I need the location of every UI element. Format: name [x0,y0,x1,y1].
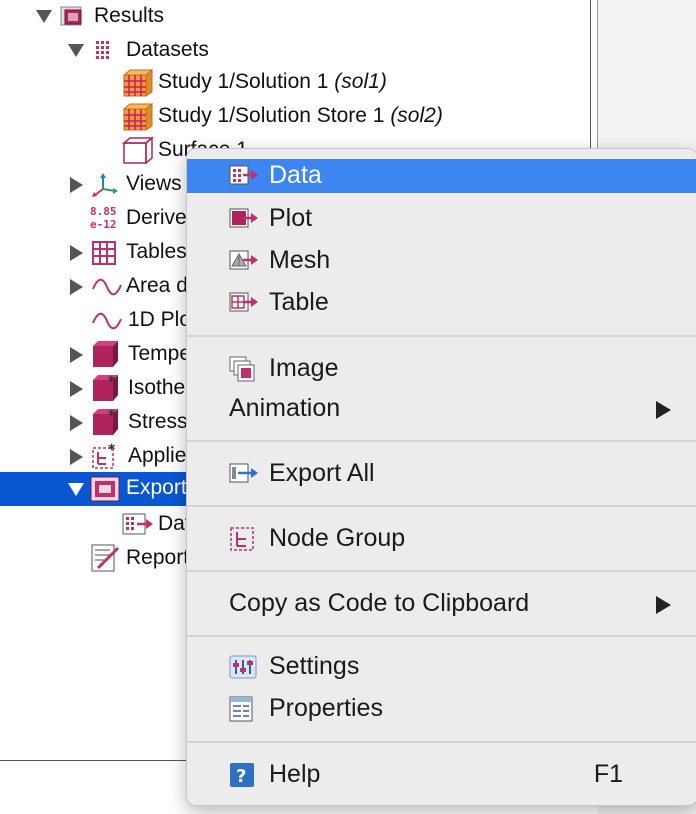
menu-item-label: Node Group [269,524,406,552]
expand-arrow-icon[interactable] [36,10,52,23]
help-icon: ? [229,762,259,788]
image-icon [229,356,259,382]
expand-arrow-icon[interactable] [70,449,83,465]
plot-wave-icon [92,275,122,299]
tree-label: Views [126,172,182,195]
menu-item-label: Mesh [269,246,331,274]
views-axes-icon [92,173,118,197]
menu-item-label: Table [269,288,329,316]
tree-label: Study 1/Solution 1 (sol1) [158,70,387,93]
export-icon [90,476,122,502]
tree-label: Datasets [126,38,209,61]
shortcut-label: F1 [593,760,623,788]
submenu-arrow-icon [656,401,671,419]
tree-label: Study 1/Solution Store 1 (sol2) [158,104,443,127]
svg-text:*: * [108,442,116,458]
svg-text:*: * [108,408,116,424]
menu-separator [187,741,696,743]
3d-plot-group-star-icon: * [92,408,122,436]
menu-item-table[interactable]: Table [187,282,696,324]
menu-item-copy-as-code[interactable]: Copy as Code to Clipboard [187,583,696,625]
menu-item-label: Animation [229,394,341,422]
expand-arrow-icon[interactable] [70,279,83,295]
solution-dataset-icon [122,102,154,131]
menu-item-properties[interactable]: Properties [187,688,696,730]
menu-item-label: Properties [269,694,383,722]
svg-text:*: * [108,374,116,390]
datasets-icon [93,39,117,63]
menu-item-label: Settings [269,652,360,680]
expand-arrow-icon[interactable] [70,245,83,261]
menu-separator [187,635,696,637]
menu-separator [187,505,696,507]
menu-item-label: Image [269,354,339,382]
node-group-star-icon: * [92,442,122,470]
menu-item-node-group[interactable]: Node Group [187,518,696,560]
tables-icon [92,241,116,265]
menu-separator [187,570,696,572]
tree-label: Isothe [128,376,186,399]
tree-label: Export [126,476,187,499]
tree-label: Tables [126,240,187,263]
results-icon [60,5,84,29]
derived-values-icon: 8.85 e-12 [89,204,123,232]
menu-separator [187,335,696,337]
expand-arrow-icon[interactable] [70,415,83,431]
3d-plot-group-icon [92,340,120,368]
menu-item-label: Export All [269,459,375,487]
svg-text:8.85: 8.85 [90,205,117,218]
expand-arrow-icon[interactable] [68,44,84,57]
expand-arrow-icon[interactable] [70,381,83,397]
export-data-icon [122,512,154,538]
expand-arrow-icon[interactable] [70,177,83,193]
menu-item-mesh[interactable]: Mesh [187,240,696,282]
context-menu: Data Plot Mesh Table Image Animation Exp… [186,148,696,806]
expand-arrow-icon[interactable] [68,483,84,496]
submenu-arrow-icon [656,596,671,614]
menu-item-image[interactable]: Image [187,348,696,390]
plot-wave-icon [92,309,122,333]
export-data-icon [229,163,259,189]
menu-separator [187,440,696,442]
menu-item-label: Help [269,760,321,788]
menu-item-data[interactable]: Data [187,159,696,193]
menu-item-label: Data [269,161,322,189]
panel-divider [597,0,598,160]
tree-label: Area d [126,274,188,297]
svg-text:?: ? [236,766,246,787]
menu-item-export-all[interactable]: Export All [187,453,696,495]
panel-bottom-border [0,760,186,761]
tree-label: Stress [128,410,188,433]
tree-node-results[interactable]: Results [0,0,590,34]
expand-arrow-icon[interactable] [70,347,83,363]
tree-node-datasets[interactable]: Datasets [0,34,590,68]
settings-icon [229,654,259,680]
menu-item-settings[interactable]: Settings [187,646,696,688]
svg-text:e-12: e-12 [90,218,117,231]
properties-icon [229,696,259,722]
export-mesh-icon [229,248,259,274]
menu-item-help[interactable]: ? Help F1 [187,754,696,796]
menu-item-label: Copy as Code to Clipboard [229,589,530,617]
export-plot-icon [229,206,259,232]
menu-item-animation[interactable]: Animation [187,388,696,430]
reports-icon [90,544,122,572]
tree-label: Results [94,4,165,27]
panel-divider[interactable] [590,0,591,160]
3d-plot-group-star-icon: * [92,374,122,402]
node-group-icon [229,526,259,552]
export-all-icon [229,461,259,487]
solution-dataset-icon [122,68,154,97]
tree-node-solution-store-1[interactable]: Study 1/Solution Store 1 (sol2) [0,100,590,134]
menu-item-plot[interactable]: Plot [187,198,696,240]
menu-item-label: Plot [269,204,313,232]
surface-dataset-icon [121,136,155,165]
tree-node-solution-1[interactable]: Study 1/Solution 1 (sol1) [0,66,590,100]
export-table-icon [229,290,259,316]
